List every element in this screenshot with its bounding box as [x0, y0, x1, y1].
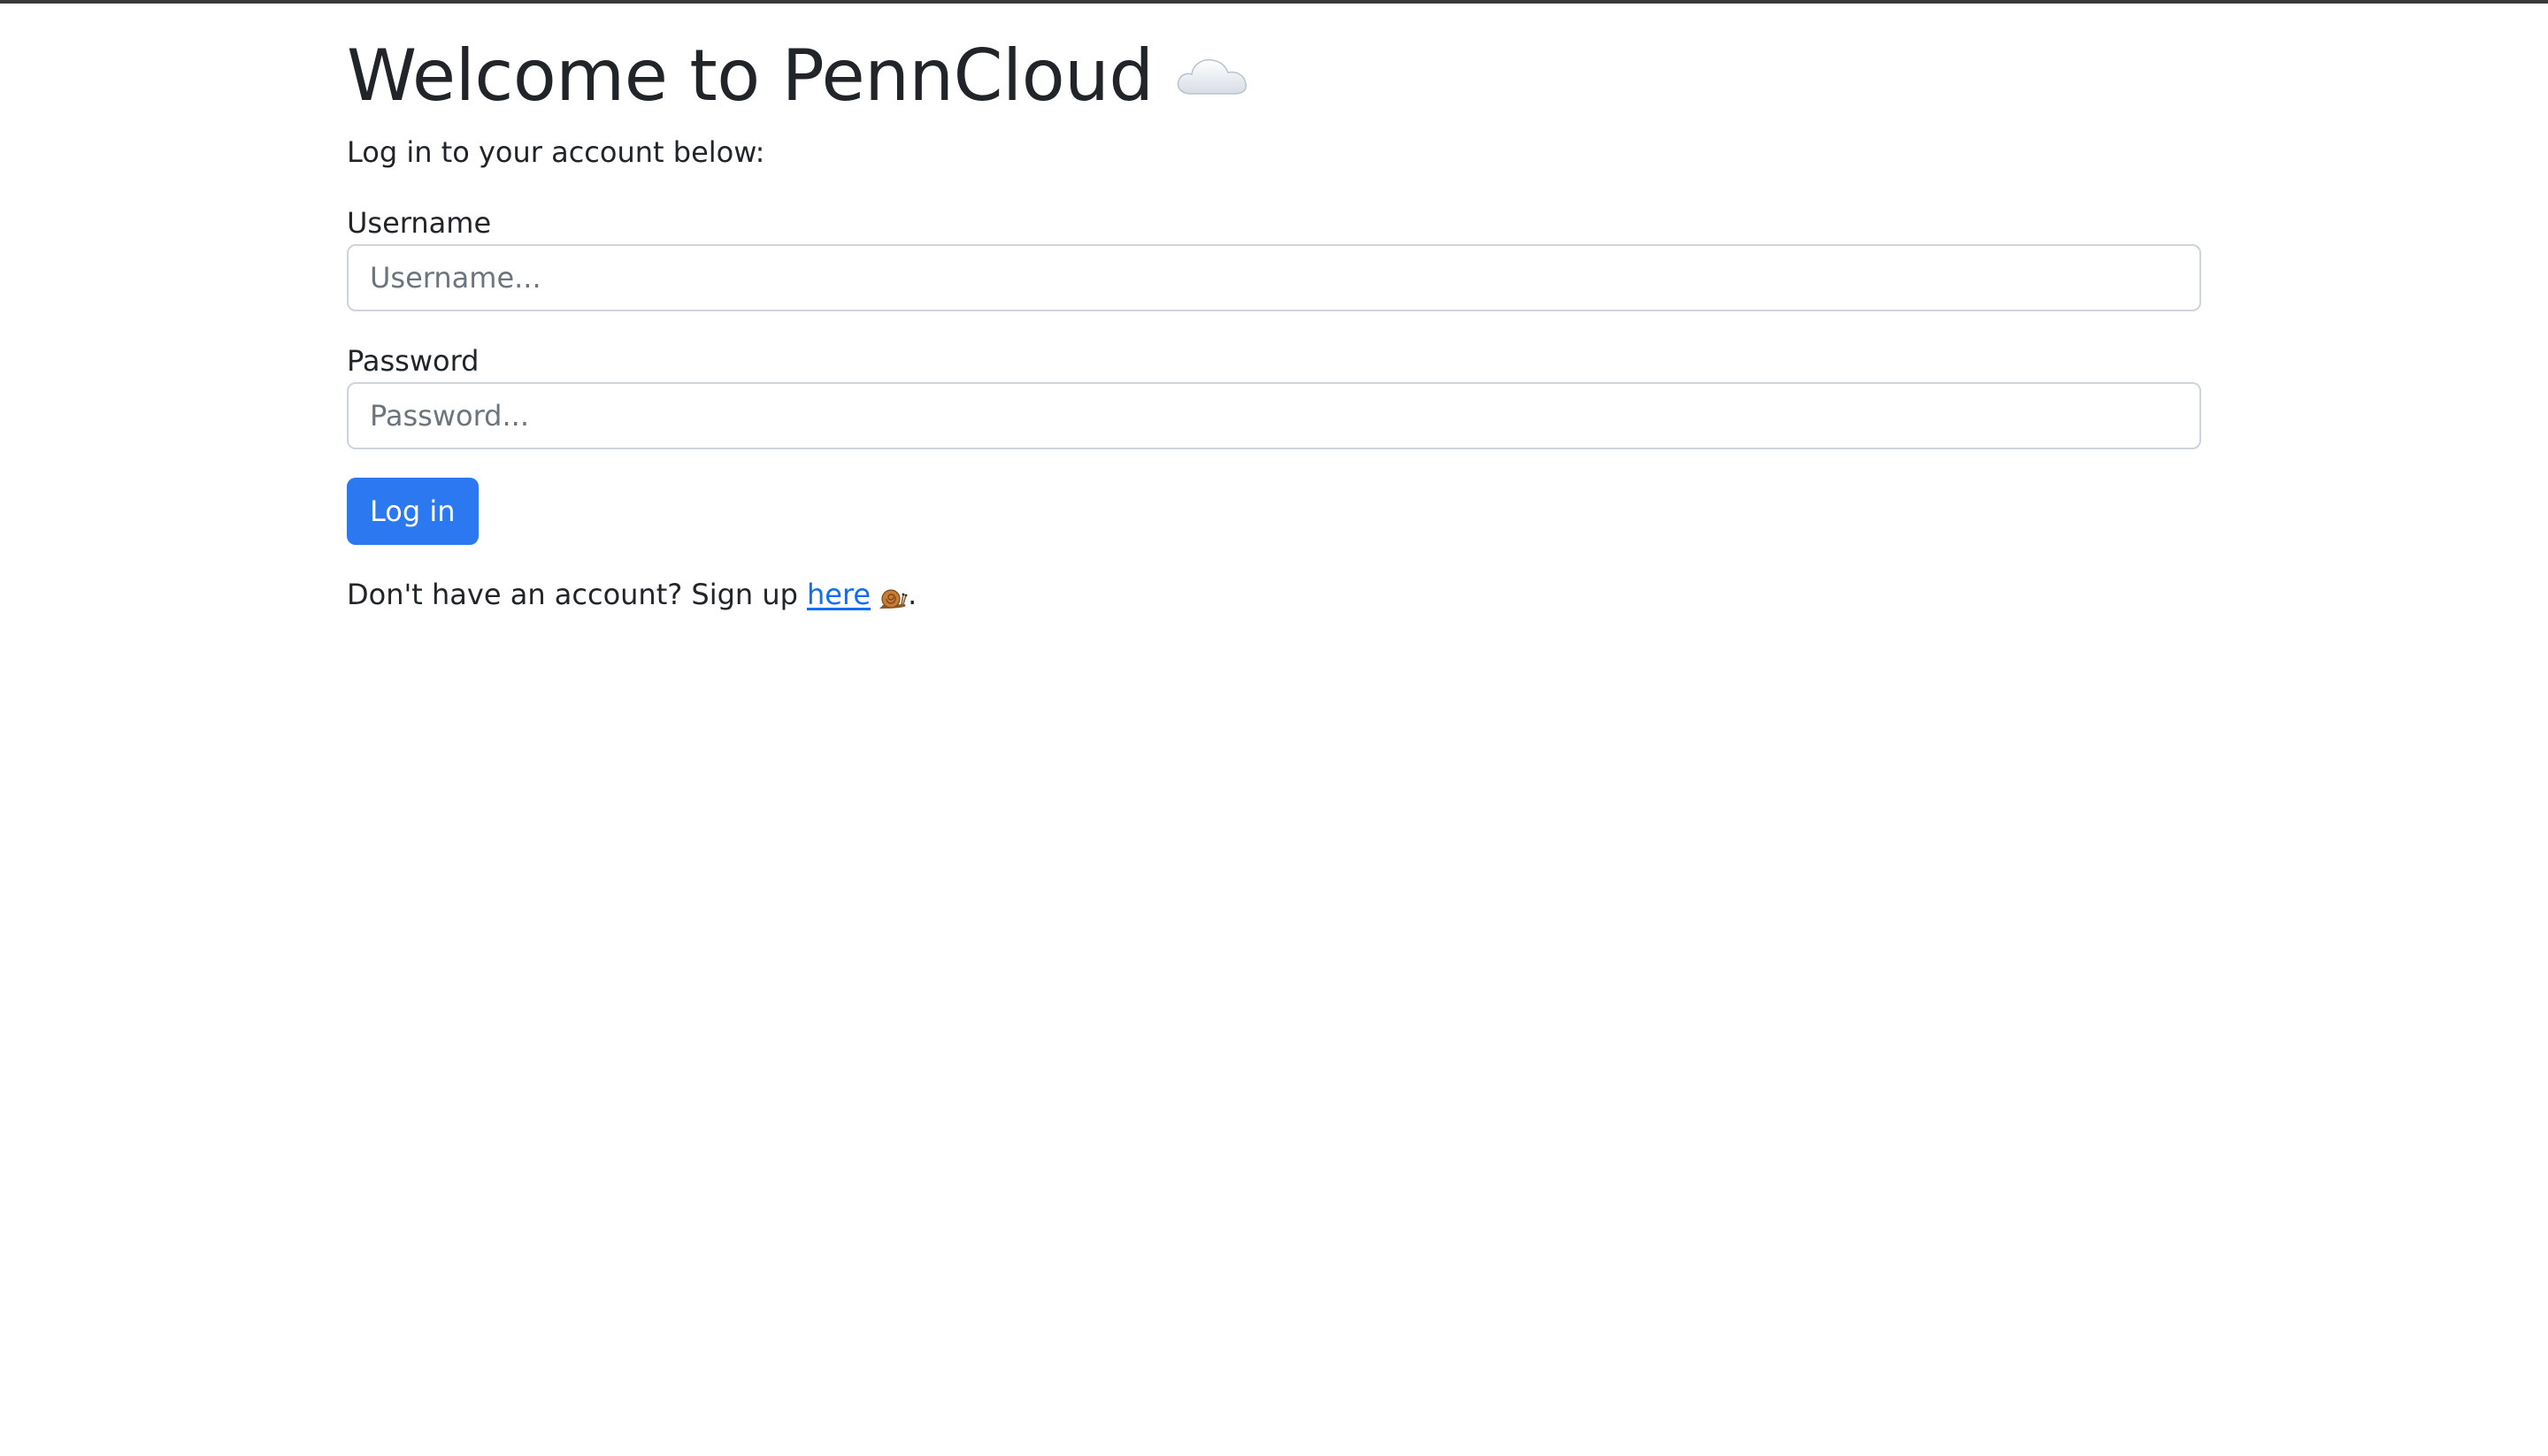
signup-suffix: . — [908, 578, 917, 611]
signup-line: Don't have an account? Sign up here . — [347, 575, 917, 614]
top-border — [0, 0, 2548, 4]
subtitle: Log in to your account below: — [347, 135, 765, 169]
page-title: Welcome to PennCloud — [347, 34, 1154, 117]
password-label: Password — [347, 344, 480, 378]
signup-prefix: Don't have an account? Sign up — [347, 578, 798, 611]
signup-link[interactable]: here — [807, 575, 871, 614]
cloud-icon — [1175, 48, 1249, 101]
password-input[interactable] — [347, 382, 2201, 449]
title-row: Welcome to PennCloud — [347, 32, 1249, 120]
username-input[interactable] — [347, 244, 2201, 311]
login-button[interactable]: Log in — [347, 478, 479, 545]
username-label: Username — [347, 206, 492, 240]
snail-icon — [878, 583, 908, 609]
